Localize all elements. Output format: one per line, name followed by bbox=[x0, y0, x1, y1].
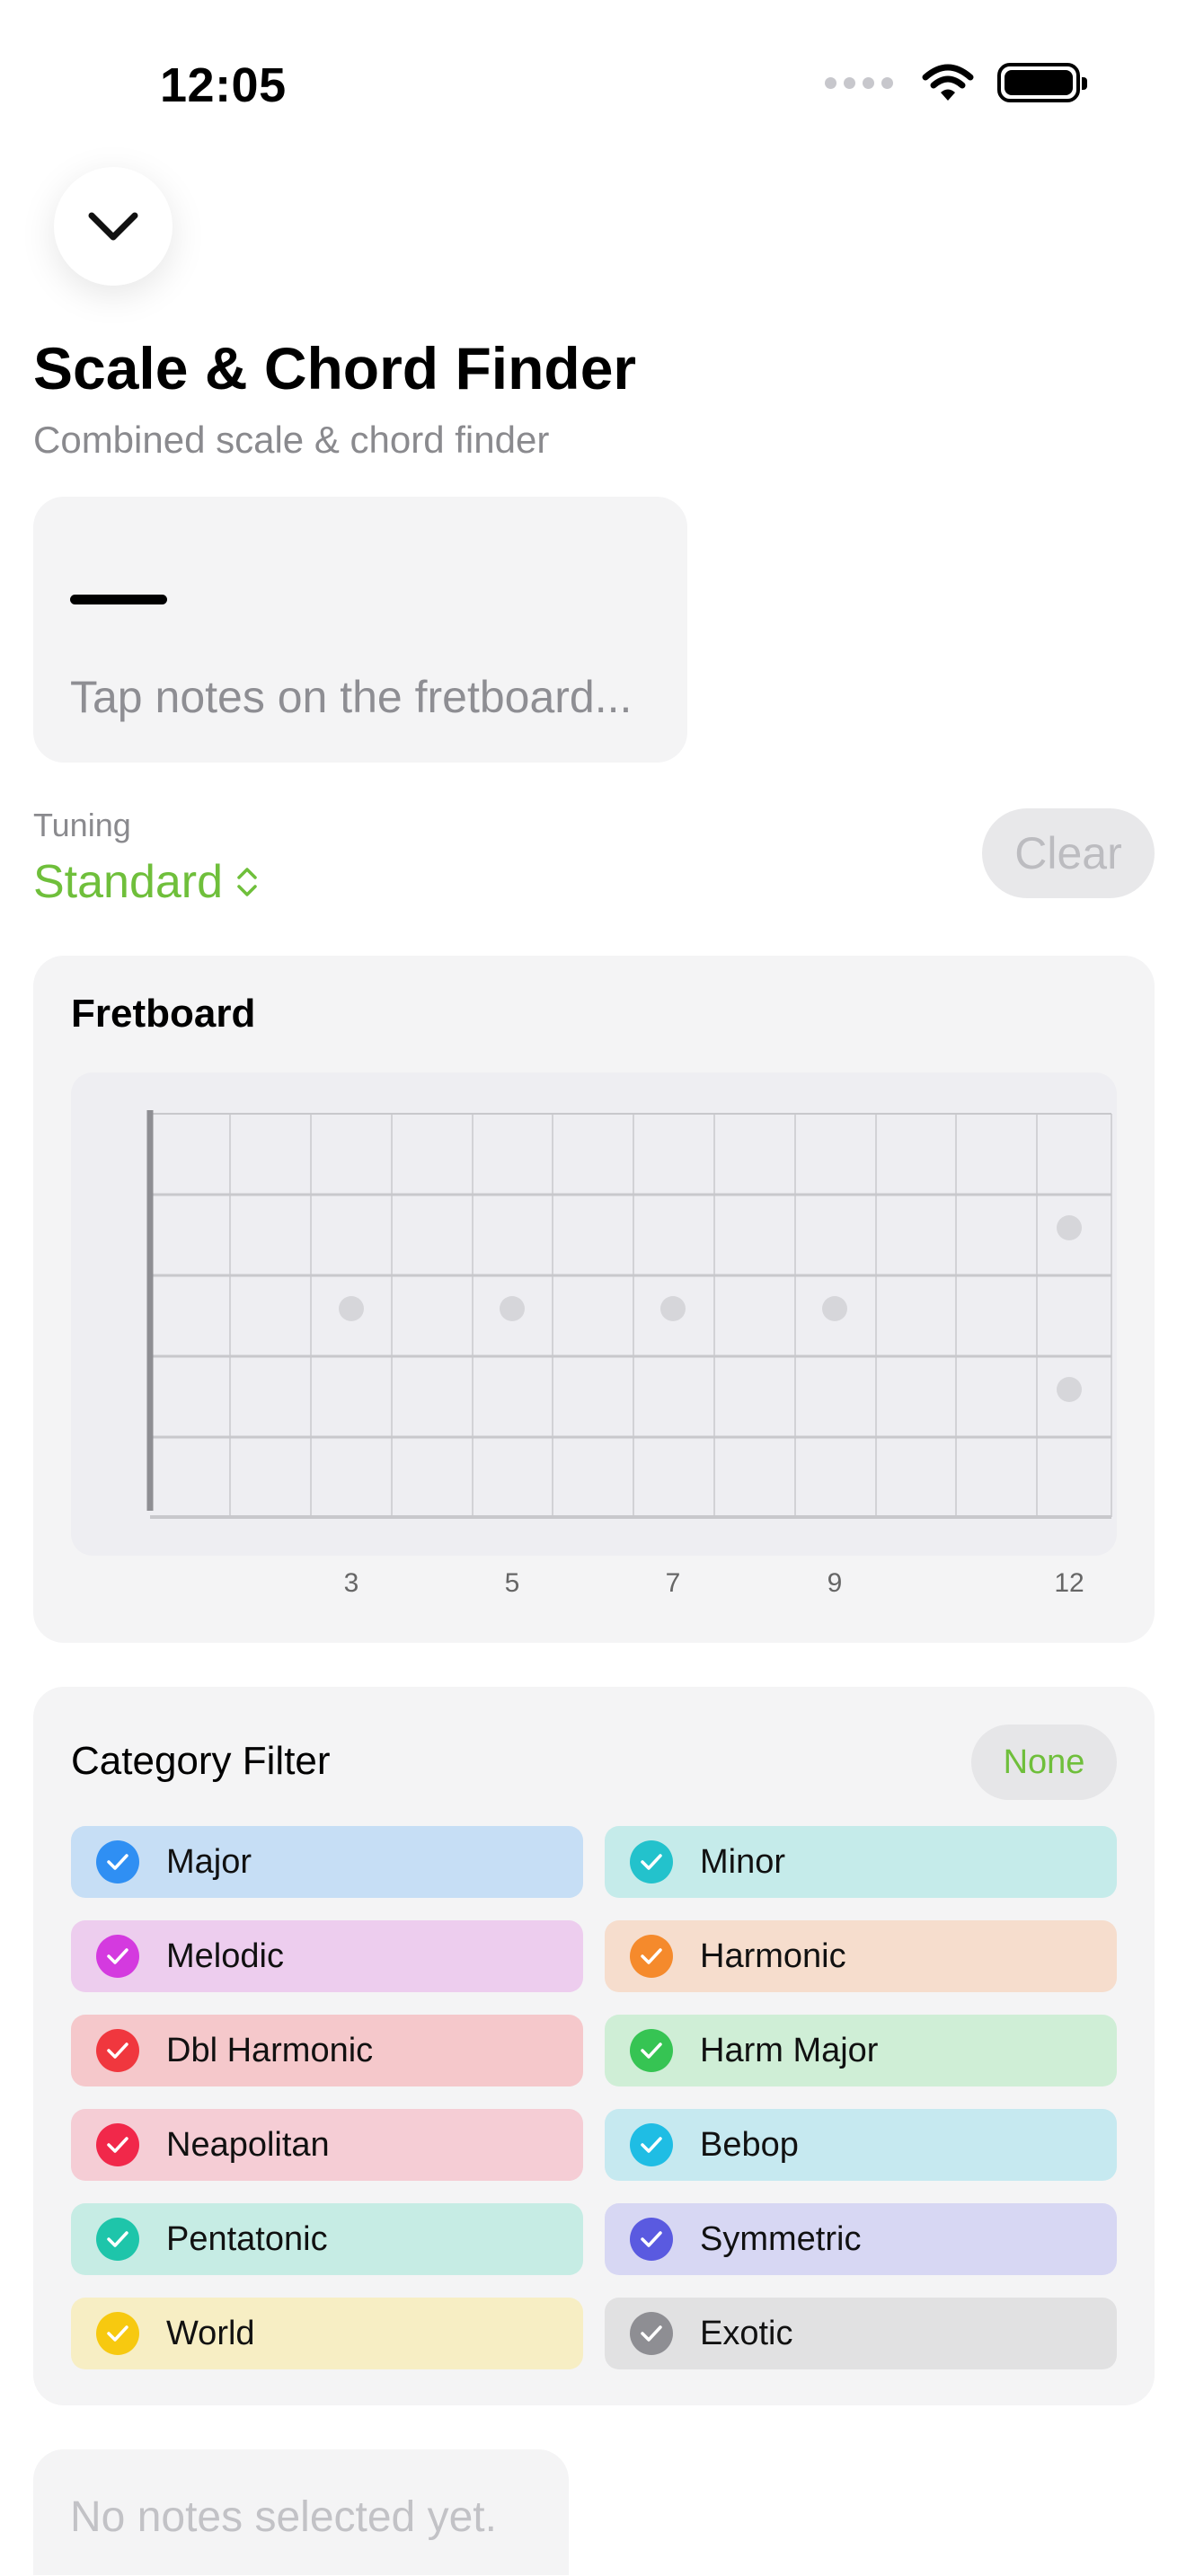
category-label: Symmetric bbox=[700, 2219, 862, 2258]
fret-number: 3 bbox=[343, 1568, 359, 1598]
category-label: Melodic bbox=[166, 1936, 284, 1975]
category-filter-card: Category Filter None Major Minor Melodic… bbox=[33, 1687, 1155, 2405]
status-icons bbox=[825, 63, 1087, 102]
category-chip[interactable]: Harm Major bbox=[605, 2015, 1117, 2086]
selected-notes-card: Tap notes on the fretboard... bbox=[33, 497, 687, 763]
fretboard-card: Fretboard 3 5 7 9 12 bbox=[33, 956, 1155, 1643]
checkmark-icon bbox=[96, 1935, 139, 1978]
category-chip[interactable]: Pentatonic bbox=[71, 2203, 583, 2275]
guitar-strings bbox=[150, 1113, 1111, 1519]
category-chip[interactable]: Neapolitan bbox=[71, 2109, 583, 2181]
page-title: Scale & Chord Finder bbox=[33, 335, 637, 401]
category-label: Minor bbox=[700, 1842, 786, 1881]
checkmark-icon bbox=[630, 1935, 673, 1978]
category-chip[interactable]: Minor bbox=[605, 1826, 1117, 1898]
tuning-picker[interactable]: Standard bbox=[33, 855, 259, 909]
battery-icon bbox=[997, 63, 1087, 102]
checkmark-icon bbox=[630, 2029, 673, 2072]
fret-number: 9 bbox=[827, 1568, 843, 1598]
category-label: Dbl Harmonic bbox=[166, 2031, 374, 2069]
clear-button[interactable]: Clear bbox=[982, 808, 1155, 898]
checkmark-icon bbox=[630, 2312, 673, 2355]
select-none-button[interactable]: None bbox=[971, 1725, 1117, 1800]
category-chip[interactable]: Dbl Harmonic bbox=[71, 2015, 583, 2086]
chevron-down-icon bbox=[88, 212, 138, 241]
category-chip[interactable]: Major bbox=[71, 1826, 583, 1898]
category-chip[interactable]: Symmetric bbox=[605, 2203, 1117, 2275]
category-filter-title: Category Filter bbox=[71, 1739, 331, 1783]
fret-number: 7 bbox=[665, 1568, 681, 1598]
category-chip[interactable]: Bebop bbox=[605, 2109, 1117, 2181]
wifi-icon bbox=[922, 64, 974, 101]
checkmark-icon bbox=[96, 1840, 139, 1883]
category-label: Pentatonic bbox=[166, 2219, 328, 2258]
category-label: Harmonic bbox=[700, 1936, 846, 1975]
category-chip[interactable]: Harmonic bbox=[605, 1920, 1117, 1992]
tuning-value: Standard bbox=[33, 856, 224, 908]
empty-notes-dash bbox=[70, 595, 167, 604]
category-chip[interactable]: World bbox=[71, 2298, 583, 2369]
checkmark-icon bbox=[96, 2029, 139, 2072]
chevron-up-down-icon bbox=[237, 868, 257, 896]
results-card: No notes selected yet. bbox=[33, 2449, 569, 2575]
tuning-label: Tuning bbox=[33, 807, 131, 843]
category-label: Harm Major bbox=[700, 2031, 879, 2069]
category-chip[interactable]: Exotic bbox=[605, 2298, 1117, 2369]
fret-number: 5 bbox=[504, 1568, 520, 1598]
checkmark-icon bbox=[96, 2312, 139, 2355]
status-time: 12:05 bbox=[160, 58, 287, 112]
category-label: Bebop bbox=[700, 2125, 799, 2164]
category-label: Major bbox=[166, 1842, 252, 1881]
page-subtitle: Combined scale & chord finder bbox=[33, 419, 550, 461]
fretboard[interactable] bbox=[33, 956, 1155, 1643]
cellular-signal-icon bbox=[825, 76, 893, 89]
category-label: Exotic bbox=[700, 2314, 793, 2352]
category-chip[interactable]: Melodic bbox=[71, 1920, 583, 1992]
category-label: Neapolitan bbox=[166, 2125, 330, 2164]
fret-inlay-dots bbox=[339, 1215, 1082, 1402]
category-label: World bbox=[166, 2314, 255, 2352]
checkmark-icon bbox=[96, 2218, 139, 2261]
checkmark-icon bbox=[630, 2218, 673, 2261]
checkmark-icon bbox=[96, 2123, 139, 2166]
checkmark-icon bbox=[630, 1840, 673, 1883]
collapse-button[interactable] bbox=[54, 167, 173, 286]
fret-number: 12 bbox=[1054, 1568, 1084, 1598]
checkmark-icon bbox=[630, 2123, 673, 2166]
selection-placeholder: Tap notes on the fretboard... bbox=[70, 672, 633, 722]
empty-results-message: No notes selected yet. bbox=[70, 2493, 497, 2541]
